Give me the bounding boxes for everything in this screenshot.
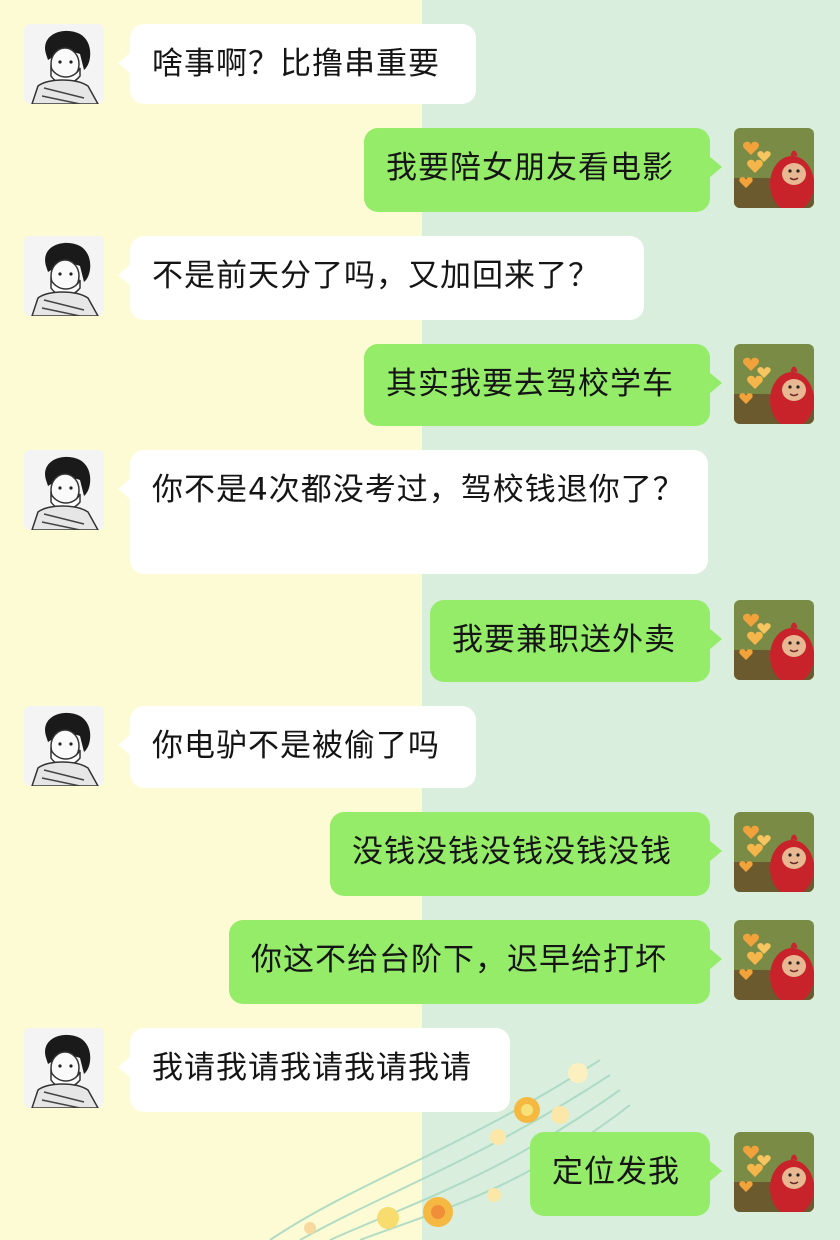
outgoing-message-bubble[interactable]: 你这不给台阶下，迟早给打坏 bbox=[229, 920, 722, 1004]
outgoing-message-bubble[interactable]: 我要陪女朋友看电影 bbox=[364, 128, 722, 212]
incoming-message-bubble[interactable]: 你不是4次都没考过，驾校钱退你了？ bbox=[118, 450, 708, 574]
incoming-avatar[interactable] bbox=[24, 706, 104, 786]
incoming-avatar[interactable] bbox=[24, 1028, 104, 1108]
incoming-message-bubble[interactable]: 我请我请我请我请我请 bbox=[118, 1028, 510, 1112]
outgoing-avatar[interactable] bbox=[734, 128, 814, 208]
incoming-message-bubble[interactable]: 你电驴不是被偷了吗 bbox=[118, 706, 476, 788]
outgoing-message-bubble[interactable]: 我要兼职送外卖 bbox=[430, 600, 722, 682]
incoming-message-bubble[interactable]: 啥事啊？比撸串重要 bbox=[118, 24, 476, 104]
outgoing-avatar[interactable] bbox=[734, 920, 814, 1000]
outgoing-avatar[interactable] bbox=[734, 600, 814, 680]
outgoing-avatar[interactable] bbox=[734, 344, 814, 424]
outgoing-avatar[interactable] bbox=[734, 812, 814, 892]
incoming-avatar[interactable] bbox=[24, 450, 104, 530]
outgoing-message-bubble[interactable]: 没钱没钱没钱没钱没钱 bbox=[330, 812, 722, 896]
outgoing-avatar[interactable] bbox=[734, 1132, 814, 1212]
incoming-message-bubble[interactable]: 不是前天分了吗，又加回来了？ bbox=[118, 236, 644, 320]
outgoing-message-bubble[interactable]: 定位发我 bbox=[530, 1132, 722, 1216]
outgoing-message-bubble[interactable]: 其实我要去驾校学车 bbox=[364, 344, 722, 426]
incoming-avatar[interactable] bbox=[24, 24, 104, 104]
incoming-avatar[interactable] bbox=[24, 236, 104, 316]
